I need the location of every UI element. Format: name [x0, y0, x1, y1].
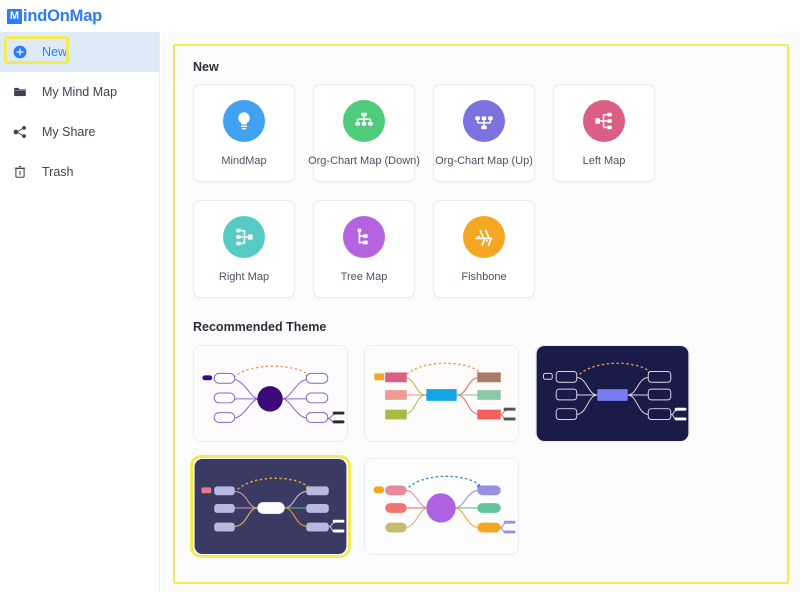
lightbulb-icon — [223, 99, 265, 142]
theme-preview — [194, 346, 347, 441]
theme-preview — [365, 459, 518, 554]
template-card-org-chart-up[interactable]: Org-Chart Map (Up) — [433, 84, 535, 182]
org-chart-down-icon — [343, 99, 385, 142]
folder-icon — [10, 82, 30, 102]
main-content-area: New MindMap Org-Chart Map (Down) Org-Cha… — [161, 32, 800, 592]
share-nodes-icon — [10, 122, 30, 142]
sidebar-item-label: My Mind Map — [42, 85, 118, 99]
template-card-mindmap[interactable]: MindMap — [193, 84, 295, 182]
sidebar-item-trash[interactable]: Trash — [0, 152, 159, 192]
tree-map-icon — [343, 215, 385, 258]
theme-preview — [536, 346, 689, 441]
template-card-grid: MindMap Org-Chart Map (Down) Org-Chart M… — [193, 84, 769, 298]
sidebar-item-label: Trash — [42, 165, 74, 179]
new-section-title: New — [193, 60, 219, 74]
theme-card-light-purple-circle[interactable] — [193, 345, 348, 442]
template-card-tree-map[interactable]: Tree Map — [313, 200, 415, 298]
logo-text: indOnMap — [23, 6, 103, 25]
fishbone-icon — [463, 215, 505, 258]
template-card-label: Fishbone — [461, 270, 507, 283]
template-card-label: Right Map — [218, 270, 270, 283]
theme-preview — [365, 346, 518, 441]
logo-mark-icon: M — [7, 8, 22, 24]
sidebar-item-label: New — [42, 45, 68, 59]
template-card-label: Tree Map — [340, 270, 388, 283]
template-card-label: Org-Chart Map (Down) — [308, 154, 420, 167]
theme-card-grid — [190, 345, 769, 558]
app-logo[interactable]: M indOnMap — [0, 7, 102, 26]
template-card-org-chart-down[interactable]: Org-Chart Map (Down) — [308, 84, 420, 182]
trash-icon — [10, 162, 30, 182]
template-card-left-map[interactable]: Left Map — [553, 84, 655, 182]
template-card-label: MindMap — [221, 154, 267, 167]
theme-card-colorful-rect[interactable] — [364, 345, 519, 442]
theme-card-dark-navy[interactable] — [535, 345, 690, 442]
theme-card-dark-slate[interactable] — [190, 455, 351, 558]
right-map-icon — [223, 215, 265, 258]
sidebar-item-label: My Share — [42, 125, 96, 139]
sidebar: New My Mind Map My Share Trash — [0, 32, 160, 592]
sidebar-item-new[interactable]: New — [0, 32, 159, 72]
theme-card-light-pastel-circle[interactable] — [364, 458, 519, 555]
app-header: M indOnMap — [0, 0, 800, 32]
mindonmap-app-window: M indOnMap New My Mind Map My Share Tras… — [0, 0, 800, 592]
sidebar-item-my-share[interactable]: My Share — [0, 112, 159, 152]
org-chart-up-icon — [463, 99, 505, 142]
theme-section-title: Recommended Theme — [193, 320, 327, 334]
plus-circle-icon — [10, 42, 30, 62]
template-card-label: Org-Chart Map (Up) — [435, 154, 533, 167]
left-map-icon — [583, 99, 625, 142]
template-card-fishbone[interactable]: Fishbone — [433, 200, 535, 298]
main-content-panel: New MindMap Org-Chart Map (Down) Org-Cha… — [173, 44, 789, 584]
sidebar-item-my-mind-map[interactable]: My Mind Map — [0, 72, 159, 112]
template-card-label: Left Map — [582, 154, 626, 167]
template-card-right-map[interactable]: Right Map — [193, 200, 295, 298]
theme-preview — [194, 459, 347, 554]
